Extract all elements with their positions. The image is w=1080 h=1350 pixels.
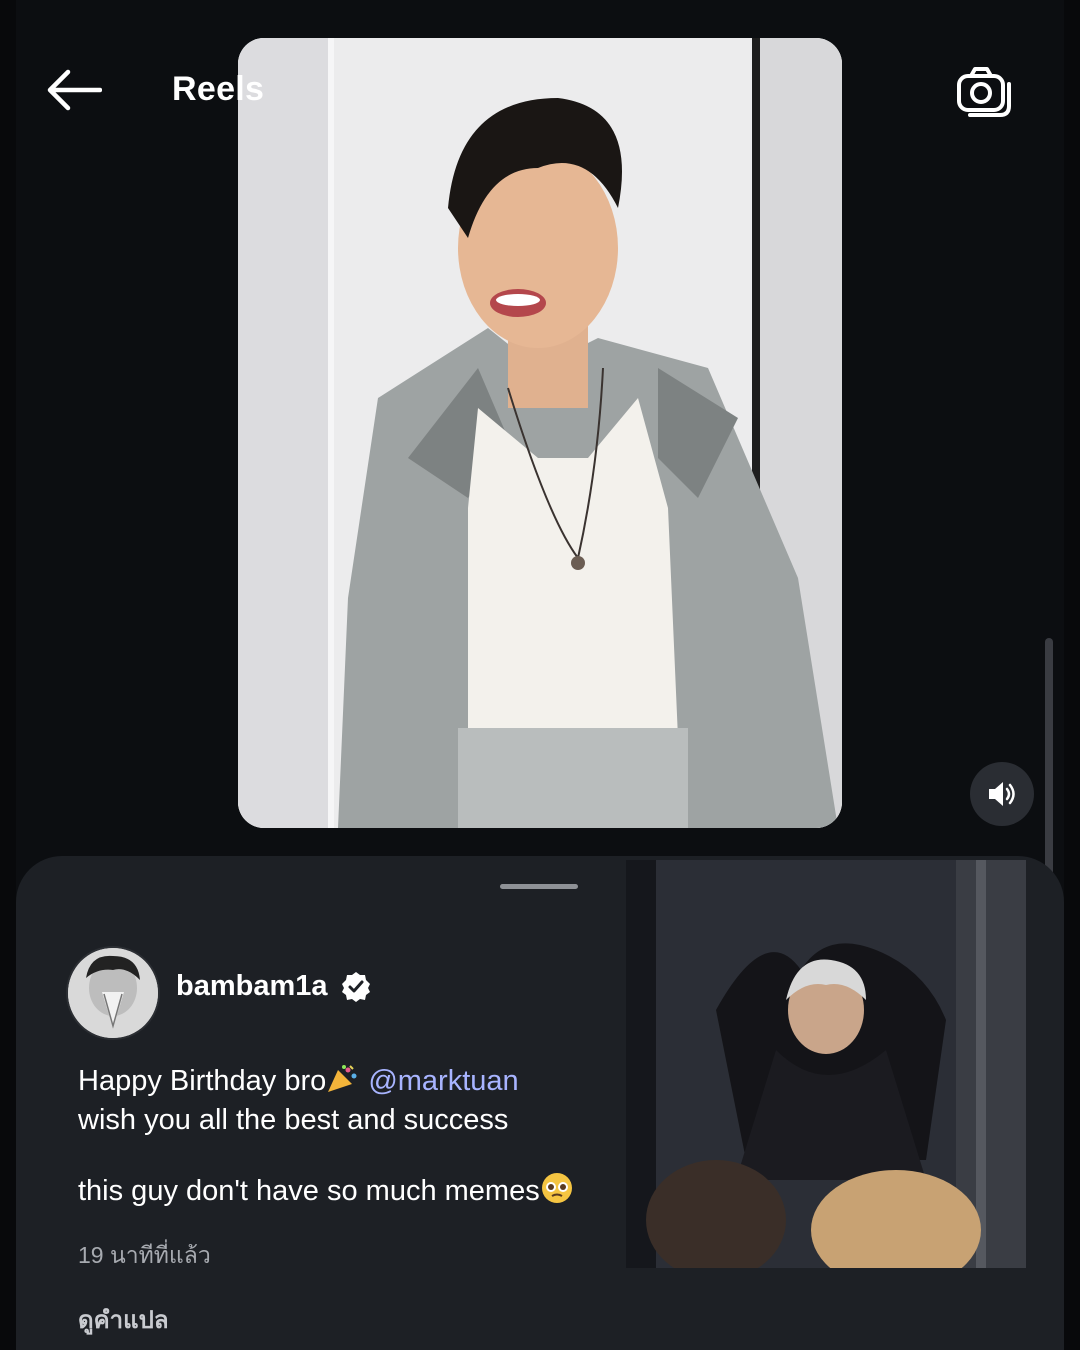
verified-badge-icon [340, 971, 372, 1003]
avatar[interactable] [66, 946, 160, 1040]
caption-line-3: this guy don't have so much memes [78, 1172, 638, 1213]
username-row[interactable]: bambam1a [176, 970, 372, 1003]
mute-button[interactable] [970, 762, 1034, 826]
arrow-left-icon [47, 69, 102, 111]
avatar-image [68, 948, 158, 1038]
party-popper-icon [326, 1064, 360, 1103]
reels-screen: Reels bambam1a Happy Birthday bro @markt… [0, 0, 1080, 1350]
thumbnail-image [626, 860, 1026, 1268]
scrollbar[interactable] [1045, 638, 1053, 898]
reel-video[interactable] [238, 38, 842, 828]
page-title: Reels [172, 70, 265, 108]
pleading-face-icon [540, 1172, 574, 1213]
caption-birthday-text: Happy Birthday bro [78, 1065, 327, 1097]
back-button[interactable] [40, 62, 106, 118]
reel-photo-image [238, 38, 842, 828]
username[interactable]: bambam1a [176, 970, 328, 1003]
caption-text: Happy Birthday bro @marktuan wish you al… [78, 1064, 638, 1213]
mention-link[interactable]: @marktuan [368, 1065, 518, 1097]
video-thumbnail[interactable] [626, 860, 1026, 1268]
left-edge [0, 0, 16, 1350]
caption-line-2: wish you all the best and success [78, 1104, 509, 1136]
right-edge [1064, 0, 1080, 1350]
sheet-grabber[interactable] [500, 884, 578, 889]
caption-line-1: Happy Birthday bro @marktuan [78, 1064, 638, 1103]
caption-memes-text: this guy don't have so much memes [78, 1175, 540, 1207]
see-translation-link[interactable]: ดูคำแปล [78, 1300, 169, 1339]
volume-icon [989, 782, 1015, 806]
post-timestamp: 19 นาทีที่แล้ว [78, 1242, 211, 1268]
camera-icon [957, 67, 1011, 117]
camera-button[interactable] [952, 62, 1018, 122]
